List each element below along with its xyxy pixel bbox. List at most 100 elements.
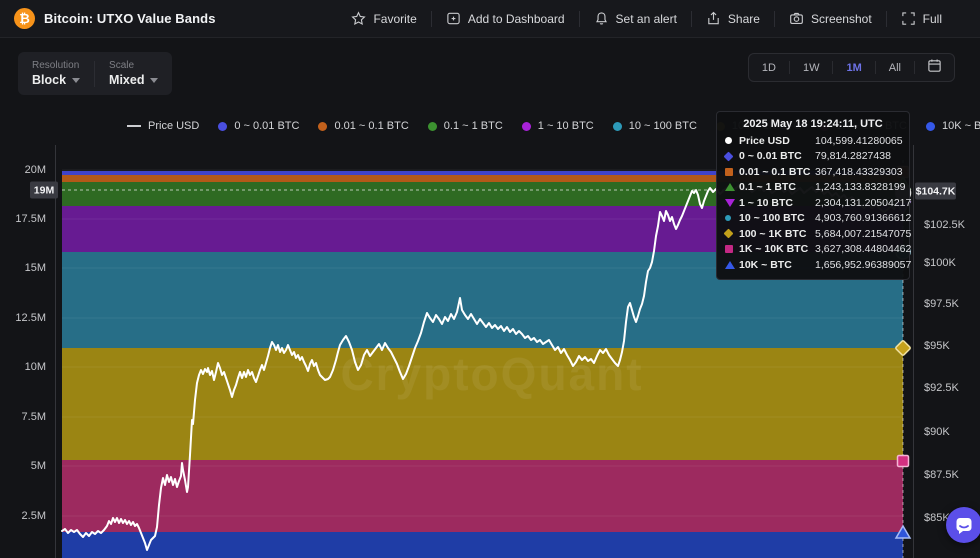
tooltip-value: 1,243,133.8328199 [815, 181, 906, 193]
fullscreen-icon [901, 11, 916, 26]
left-axis-line [55, 145, 56, 558]
right-axis-tick: $97.5K [924, 298, 959, 310]
tooltip-label: 0 ~ 0.01 BTC [739, 150, 815, 162]
left-axis-tick: 10M [0, 361, 46, 373]
header: ₿ Bitcoin: UTXO Value Bands FavoriteAdd … [0, 0, 980, 38]
legend-item[interactable]: 0 ~ 0.01 BTC [218, 120, 299, 132]
tooltip-row: 0.1 ~ 1 BTC1,243,133.8328199 [725, 180, 901, 196]
time-range-selector: 1D1W1MAll [748, 53, 955, 82]
calendar-button[interactable] [915, 58, 954, 78]
tooltip-row: 100 ~ 1K BTC5,684,007.21547075 [725, 226, 901, 242]
chat-widget-button[interactable] [946, 507, 980, 543]
page-title: Bitcoin: UTXO Value Bands [44, 11, 216, 26]
action-label: Full [923, 12, 942, 26]
resolution-control: Resolution Block [32, 60, 80, 87]
left-axis-tick: 20M [0, 164, 46, 176]
action-label: Share [728, 12, 760, 26]
legend-label: 0 ~ 0.01 BTC [234, 120, 299, 132]
series-dot-swatch [218, 122, 227, 131]
tooltip-row: 1 ~ 10 BTC2,304,131.20504217 [725, 195, 901, 211]
series-dot-swatch [428, 122, 437, 131]
legend-item[interactable]: 10K ~ BTC [926, 120, 980, 132]
legend-label: 0.01 ~ 0.1 BTC [334, 120, 408, 132]
tooltip-label: 0.1 ~ 1 BTC [739, 181, 815, 193]
share-button[interactable]: Share [692, 11, 774, 26]
divider [94, 61, 95, 87]
legend-label: 0.1 ~ 1 BTC [444, 120, 503, 132]
tooltip-label: Price USD [739, 135, 815, 147]
edge-marker-square [898, 456, 909, 467]
series-dot-swatch [318, 122, 327, 131]
tooltip-timestamp: 2025 May 18 19:24:11, UTC [725, 118, 901, 130]
series-dot-swatch [613, 122, 622, 131]
header-actions: FavoriteAdd to Dashboard Set an alert Shar… [337, 11, 980, 27]
tooltip-value: 1,656,952.96389057 [815, 259, 911, 271]
screenshot-button[interactable]: Screenshot [775, 11, 886, 26]
crosshair-tooltip: 2025 May 18 19:24:11, UTC Price USD104,5… [716, 111, 910, 280]
add-to-dashboard-button[interactable]: Add to Dashboard [432, 11, 579, 26]
tooltip-label: 0.01 ~ 0.1 BTC [739, 166, 815, 178]
action-label: Screenshot [811, 12, 872, 26]
brand: ₿ Bitcoin: UTXO Value Bands [0, 8, 216, 29]
tooltip-value: 4,903,760.91366612 [815, 212, 911, 224]
legend-item[interactable]: 0.01 ~ 0.1 BTC [318, 120, 408, 132]
range-button-all[interactable]: All [876, 54, 914, 81]
scale-control: Scale Mixed [109, 60, 158, 87]
price-line-swatch [127, 125, 141, 127]
resolution-label: Resolution [32, 60, 80, 71]
legend-item[interactable]: 10 ~ 100 BTC [613, 120, 697, 132]
camera-icon [789, 11, 804, 26]
range-button-1d[interactable]: 1D [749, 54, 789, 81]
legend-label: 10K ~ BTC [942, 120, 980, 132]
right-axis-tick: $90K [924, 426, 950, 438]
tooltip-row: 0.01 ~ 0.1 BTC367,418.43329303 [725, 164, 901, 180]
tooltip-value: 79,814.2827438 [815, 150, 901, 162]
chart-settings: Resolution Block Scale Mixed [18, 52, 172, 95]
tooltip-row: 1K ~ 10K BTC3,627,308.44804462 [725, 242, 901, 258]
tooltip-marker-tri-up [725, 183, 735, 191]
full-button[interactable]: Full [887, 11, 956, 26]
tooltip-value: 2,304,131.20504217 [815, 197, 911, 209]
share-icon [706, 11, 721, 26]
legend-label: Price USD [148, 120, 199, 132]
tooltip-label: 1 ~ 10 BTC [739, 197, 815, 209]
scale-label: Scale [109, 60, 158, 71]
range-button-1w[interactable]: 1W [790, 54, 833, 81]
left-axis-tick: 7.5M [0, 411, 46, 423]
dashboard-add-icon [446, 11, 461, 26]
scale-select[interactable]: Mixed [109, 73, 158, 87]
chat-icon [954, 515, 974, 535]
tooltip-marker-circle-sm [725, 215, 731, 221]
legend-item[interactable]: 0.1 ~ 1 BTC [428, 120, 503, 132]
left-axis-tick: 15M [0, 262, 46, 274]
tooltip-value: 104,599.41280065 [815, 135, 903, 147]
range-button-1m[interactable]: 1M [833, 54, 874, 81]
left-axis-tick: 5M [0, 460, 46, 472]
left-axis-tick: 17.5M [0, 213, 46, 225]
right-axis-tick: $102.5K [924, 219, 965, 231]
tooltip-value: 3,627,308.44804462 [815, 243, 911, 255]
right-axis-current-price: $104.7K [915, 183, 956, 200]
bell-icon [594, 11, 609, 26]
tooltip-marker-circle [725, 137, 732, 144]
tooltip-row: 10K ~ BTC1,656,952.96389057 [725, 257, 901, 273]
tooltip-marker-square [725, 168, 733, 176]
legend-item[interactable]: Price USD [127, 120, 199, 132]
tooltip-value: 367,418.43329303 [815, 166, 903, 178]
star-icon [351, 11, 366, 26]
resolution-select[interactable]: Block [32, 73, 80, 87]
tooltip-label: 1K ~ 10K BTC [739, 243, 815, 255]
tooltip-marker-tri-up [725, 261, 735, 269]
legend-label: 1 ~ 10 BTC [538, 120, 594, 132]
favorite-button[interactable]: Favorite [337, 11, 430, 26]
chevron-down-icon [150, 78, 158, 83]
legend-item[interactable]: 1 ~ 10 BTC [522, 120, 594, 132]
legend-label: 10 ~ 100 BTC [629, 120, 697, 132]
calendar-icon [927, 58, 942, 78]
tooltip-marker-square [725, 245, 733, 253]
tooltip-marker-diamond [724, 229, 734, 239]
tooltip-label: 10 ~ 100 BTC [739, 212, 815, 224]
set-an-alert-button[interactable]: Set an alert [580, 11, 691, 26]
action-label: Set an alert [616, 12, 677, 26]
tooltip-row: 10 ~ 100 BTC4,903,760.91366612 [725, 211, 901, 227]
